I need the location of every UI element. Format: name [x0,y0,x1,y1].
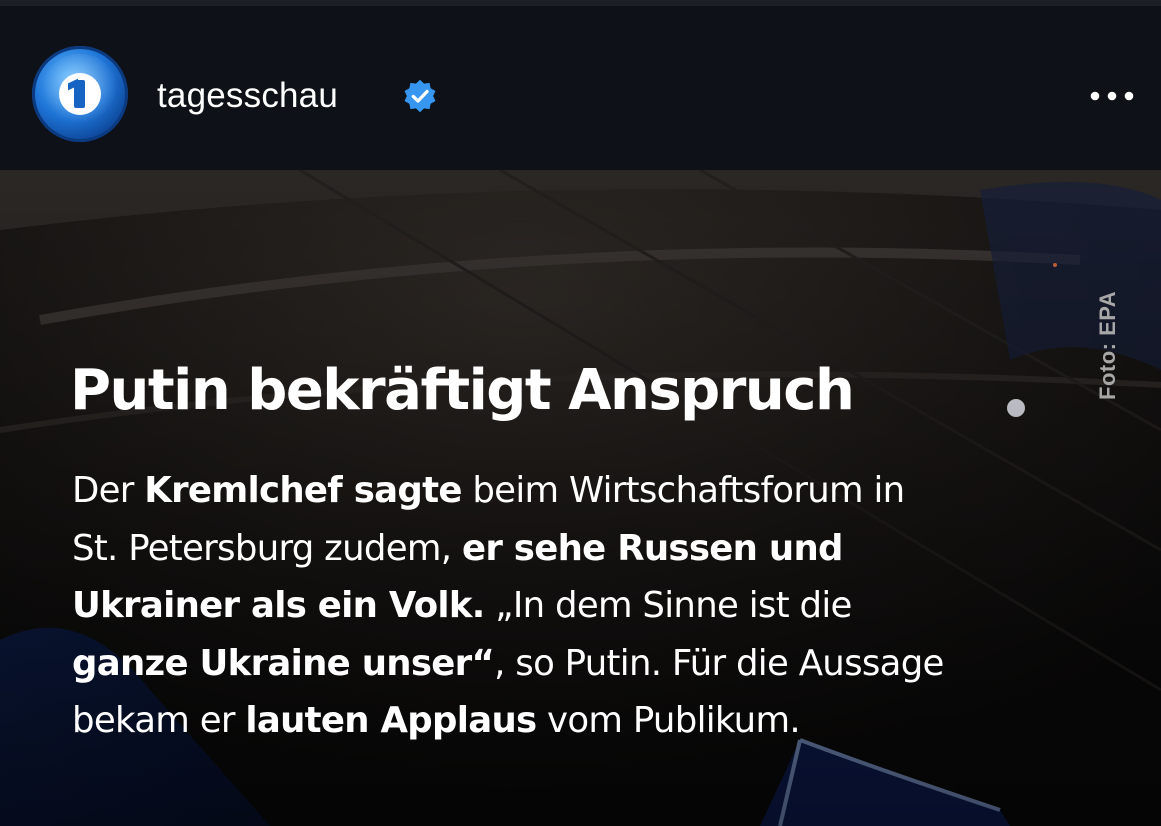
body-segment: Der [72,470,145,511]
body-segment-bold: Ukrainer als ein Volk. [72,585,485,626]
post-image[interactable]: Foto: EPA Putin bekräftigt Anspruch Der … [0,170,1161,826]
body-segment: bekam er [72,700,246,741]
verified-badge-icon [404,79,436,113]
account-name[interactable]: tagesschau [157,74,338,118]
body-segment: , so Putin. Für die Aussage [494,642,944,684]
body-segment: „In dem Sinne ist die [484,585,852,626]
ard-one-logo-icon [59,73,101,115]
body-segment: beim Wirtschaftsforum in [461,470,905,511]
body-segment: St. Petersburg zudem, [72,527,462,569]
body-segment-bold: lauten Applaus [245,700,537,741]
body-line: Der Kremlchef sagte beim Wirtschaftsforu… [72,462,1112,520]
photo-credit: Foto: EPA [1095,290,1120,400]
avatar[interactable] [32,46,128,142]
body-line: St. Petersburg zudem, er sehe Russen und [72,520,1112,578]
post-headline: Putin bekräftigt Anspruch [70,358,855,423]
body-segment: vom Publikum. [536,700,801,741]
body-segment-bold: Kremlchef sagte [144,470,462,511]
post-body-text: Der Kremlchef sagte beim Wirtschaftsforu… [72,462,1112,750]
body-line: ganze Ukraine unser“, so Putin. Für die … [72,635,1112,693]
body-line: Ukrainer als ein Volk. „In dem Sinne ist… [72,577,1112,635]
body-line: bekam er lauten Applaus vom Publikum. [72,692,1112,750]
post-header: tagesschau [0,6,1161,170]
body-segment-bold: ganze Ukraine unser“ [72,642,495,684]
body-segment-bold: er sehe Russen und [461,527,843,569]
more-horizontal-icon[interactable] [1082,82,1142,110]
